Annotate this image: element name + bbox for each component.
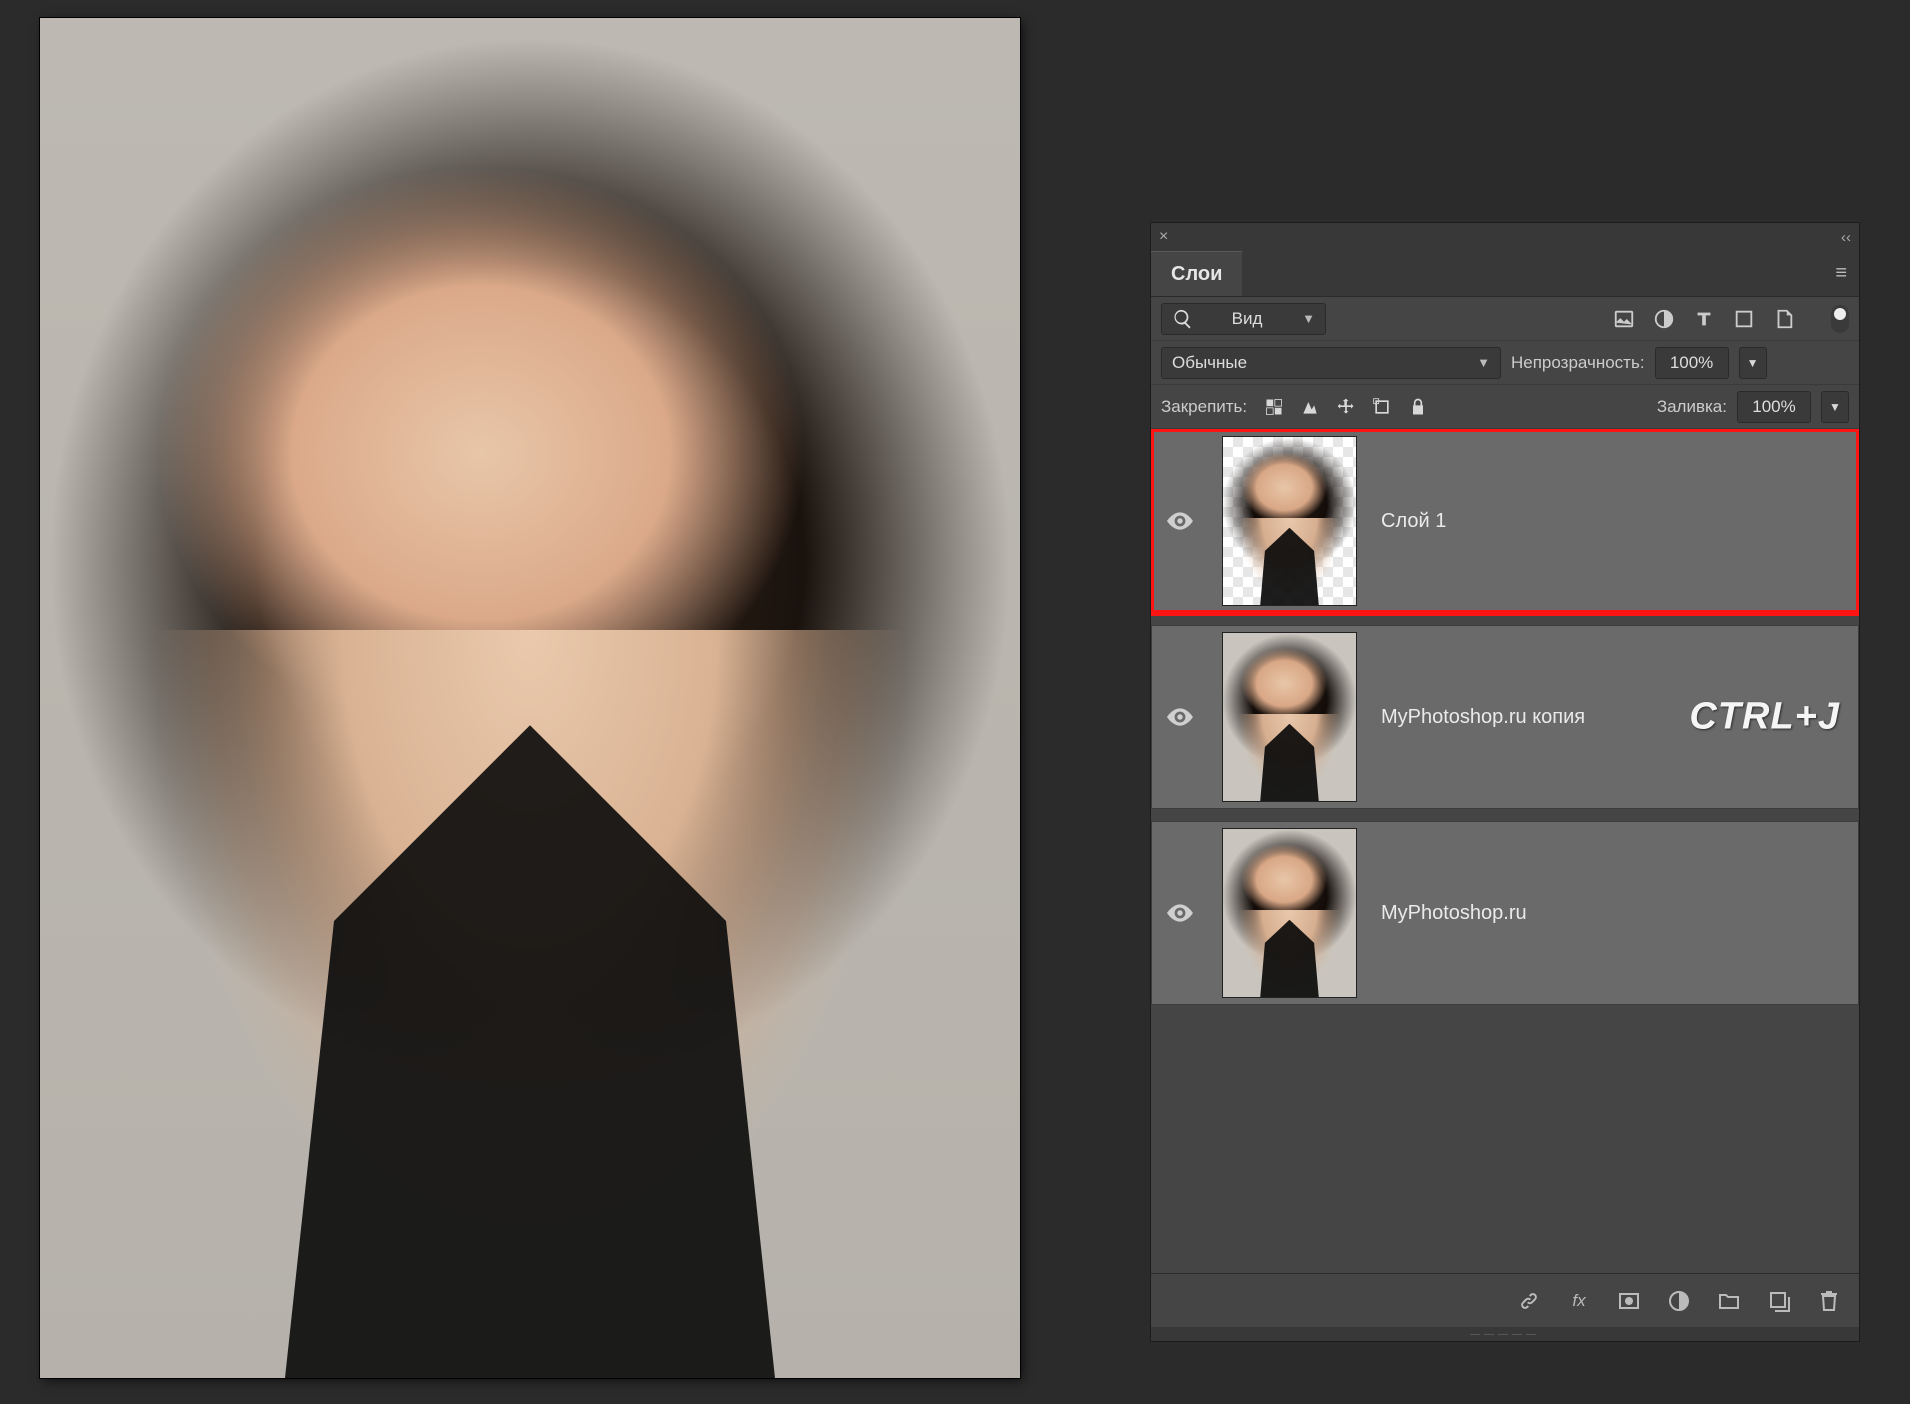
layer-name-label[interactable]: MyPhotoshop.ru bbox=[1381, 902, 1527, 925]
tab-layers-label: Слои bbox=[1171, 263, 1222, 286]
lock-artboard-icon[interactable] bbox=[1371, 396, 1393, 418]
lock-label: Закрепить: bbox=[1161, 397, 1247, 417]
adjustment-filter-icon[interactable] bbox=[1653, 308, 1675, 330]
blend-mode-dropdown[interactable]: Обычные ▼ bbox=[1161, 347, 1501, 379]
lock-row: Закрепить: Заливка: 100% ▼ bbox=[1151, 385, 1859, 429]
trash-icon[interactable] bbox=[1817, 1289, 1841, 1313]
chevron-down-icon: ▼ bbox=[1747, 356, 1759, 370]
smartobject-filter-icon[interactable] bbox=[1773, 308, 1795, 330]
adjustment-layer-icon[interactable] bbox=[1667, 1289, 1691, 1313]
layer-row[interactable]: Слой 1 bbox=[1151, 429, 1859, 613]
eye-icon bbox=[1167, 904, 1193, 922]
layer-mask-icon[interactable] bbox=[1617, 1289, 1641, 1313]
chevron-down-icon: ▼ bbox=[1829, 400, 1841, 414]
new-layer-icon[interactable] bbox=[1767, 1289, 1791, 1313]
group-icon[interactable] bbox=[1717, 1289, 1741, 1313]
layer-row[interactable]: MyPhotoshop.ru bbox=[1151, 821, 1859, 1005]
panel-titlebar: × ‹‹ bbox=[1151, 223, 1859, 251]
link-layers-icon[interactable] bbox=[1517, 1289, 1541, 1313]
layer-thumbnail[interactable] bbox=[1222, 632, 1357, 802]
lock-image-icon[interactable] bbox=[1299, 396, 1321, 418]
lock-position-icon[interactable] bbox=[1335, 396, 1357, 418]
fill-value: 100% bbox=[1752, 397, 1795, 417]
chevron-down-icon: ▼ bbox=[1302, 311, 1315, 326]
lock-transparent-icon[interactable] bbox=[1263, 396, 1285, 418]
opacity-label: Непрозрачность: bbox=[1511, 353, 1645, 373]
layer-name-label[interactable]: MyPhotoshop.ru копия bbox=[1381, 706, 1585, 729]
blend-row: Обычные ▼ Непрозрачность: 100% ▼ bbox=[1151, 341, 1859, 385]
fill-value-field[interactable]: 100% bbox=[1737, 391, 1811, 423]
filter-kind-dropdown[interactable]: Вид ▼ bbox=[1161, 303, 1326, 335]
opacity-dropdown-button[interactable]: ▼ bbox=[1739, 347, 1767, 379]
panel-collapse-button[interactable]: ‹‹ bbox=[1841, 229, 1851, 246]
panel-resize-grip[interactable]: ————— bbox=[1151, 1327, 1859, 1341]
type-filter-icon[interactable] bbox=[1693, 308, 1715, 330]
keyboard-shortcut-hint: CTRL+J bbox=[1689, 696, 1840, 739]
fill-dropdown-button[interactable]: ▼ bbox=[1821, 391, 1849, 423]
layer-row[interactable]: MyPhotoshop.ru копия CTRL+J bbox=[1151, 625, 1859, 809]
visibility-toggle[interactable] bbox=[1152, 708, 1208, 726]
layers-panel: × ‹‹ Слои ≡ Вид ▼ Обычные ▼ bbox=[1150, 222, 1860, 1342]
search-icon bbox=[1172, 308, 1194, 330]
document-canvas[interactable] bbox=[40, 18, 1020, 1378]
layer-thumbnail[interactable] bbox=[1222, 828, 1357, 998]
filter-kind-label: Вид bbox=[1232, 309, 1263, 329]
shape-filter-icon[interactable] bbox=[1733, 308, 1755, 330]
eye-icon bbox=[1167, 708, 1193, 726]
panel-footer: fx bbox=[1151, 1273, 1859, 1327]
panel-menu-button[interactable]: ≡ bbox=[1823, 251, 1859, 296]
blend-mode-value: Обычные bbox=[1172, 353, 1247, 373]
visibility-toggle[interactable] bbox=[1152, 512, 1208, 530]
panel-close-button[interactable]: × bbox=[1159, 228, 1168, 246]
filter-type-icons bbox=[1613, 305, 1849, 333]
tab-layers[interactable]: Слои bbox=[1151, 251, 1242, 296]
panel-tabs: Слои ≡ bbox=[1151, 251, 1859, 297]
eye-icon bbox=[1167, 512, 1193, 530]
image-filter-icon[interactable] bbox=[1613, 308, 1635, 330]
opacity-value: 100% bbox=[1670, 353, 1713, 373]
opacity-value-field[interactable]: 100% bbox=[1655, 347, 1729, 379]
chevron-down-icon: ▼ bbox=[1477, 355, 1490, 370]
fill-label: Заливка: bbox=[1657, 397, 1727, 417]
layer-thumbnail[interactable] bbox=[1222, 436, 1357, 606]
filter-toggle-switch[interactable] bbox=[1831, 305, 1849, 333]
lock-all-icon[interactable] bbox=[1407, 396, 1429, 418]
layer-filter-row: Вид ▼ bbox=[1151, 297, 1859, 341]
lock-icons-group bbox=[1263, 396, 1429, 418]
layer-name-label[interactable]: Слой 1 bbox=[1381, 510, 1446, 533]
layer-list: Слой 1 MyPhotoshop.ru копия CTRL+J MyPho… bbox=[1151, 429, 1859, 1273]
visibility-toggle[interactable] bbox=[1152, 904, 1208, 922]
layer-fx-icon[interactable]: fx bbox=[1567, 1289, 1591, 1313]
